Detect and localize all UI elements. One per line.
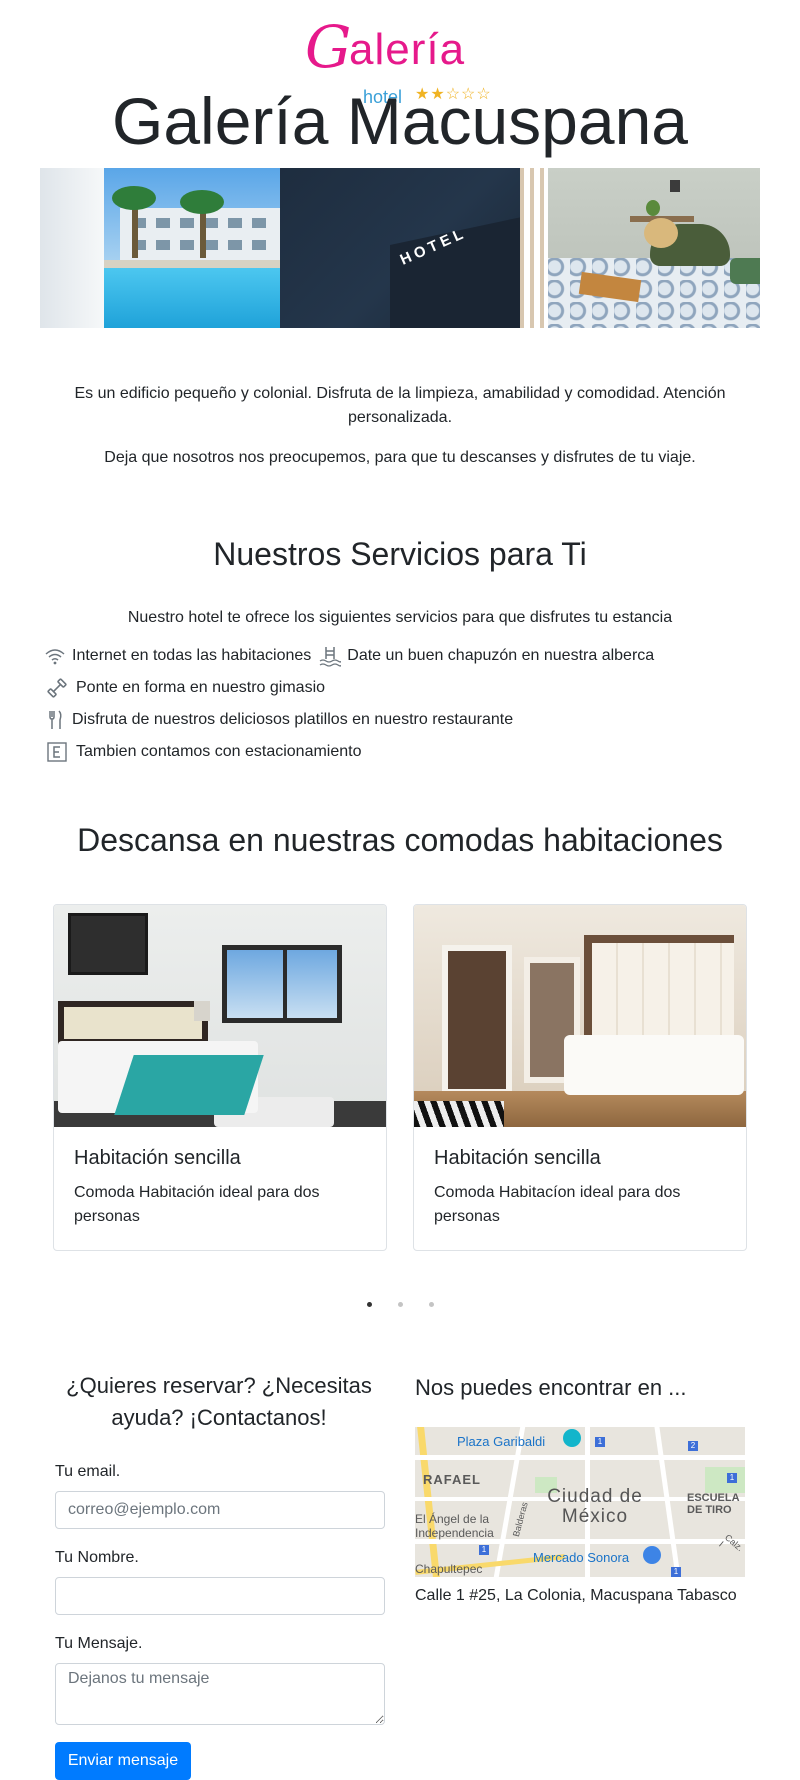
- map-label-city-line1: Ciudad de: [547, 1486, 643, 1507]
- page-title: Galería Macuspana: [112, 84, 688, 158]
- map-label-angel-line2: Independencia: [415, 1526, 494, 1540]
- address-text: Calle 1 #25, La Colonia, Macuspana Tabas…: [415, 1587, 737, 1604]
- map-label-city-line2: México: [561, 1506, 629, 1527]
- banner-bedroom-photo: [520, 168, 760, 328]
- send-message-button[interactable]: Enviar mensaje: [55, 1742, 191, 1780]
- map-label-rafael: RAFAEL: [423, 1472, 481, 1487]
- map-label-sonora: Mercado Sonora: [533, 1550, 630, 1565]
- wifi-icon: [44, 645, 66, 667]
- map-label-garibaldi: Plaza Garibaldi: [457, 1434, 546, 1449]
- contact-title: ¿Quieres reservar? ¿Necesitas ayuda? ¡Co…: [66, 1373, 372, 1430]
- fork-knife-icon: [44, 709, 66, 731]
- service-row-internet-pool: Internet en todas las habitaciones Date …: [44, 642, 654, 670]
- name-field[interactable]: [55, 1577, 385, 1615]
- map-label-escuela-line1: ESCUELA: [687, 1492, 740, 1504]
- service-row-restaurant: Disfruta de nuestros deliciosos platillo…: [44, 706, 513, 734]
- carousel-indicators: [0, 1302, 800, 1307]
- room-card[interactable]: Habitación sencilla Comoda Habitacíon id…: [413, 904, 747, 1251]
- parking-icon: [44, 741, 70, 763]
- message-label: Tu Mensaje.: [55, 1635, 143, 1652]
- room-card-text: Comoda Habitacíon ideal para dos persona…: [434, 1184, 681, 1225]
- logo-word: alería: [349, 25, 466, 74]
- service-row-parking: Tambien contamos con estacionamiento: [44, 738, 362, 766]
- service-internet: Internet en todas las habitaciones: [72, 647, 312, 664]
- message-field[interactable]: [55, 1663, 385, 1725]
- email-label: Tu email.: [55, 1463, 121, 1480]
- email-field[interactable]: [55, 1491, 385, 1529]
- hero-banner: HOTEL: [40, 168, 760, 328]
- banner-hotel-sign-photo: HOTEL: [280, 168, 520, 328]
- room-photo: [54, 905, 386, 1127]
- room-photo: [414, 905, 746, 1127]
- location-title: Nos puedes encontrar en ...: [415, 1375, 687, 1400]
- map-label-chapultepec: Chapultepec: [415, 1562, 483, 1576]
- landmark-pin-icon[interactable]: [563, 1429, 581, 1447]
- services-title: Nuestros Servicios para Ti: [213, 536, 587, 572]
- service-parking: Tambien contamos con estacionamiento: [76, 743, 362, 760]
- metro-icon: 1: [479, 1545, 489, 1555]
- service-pool: Date un buen chapuzón en nuestra alberca: [347, 647, 655, 664]
- location-map[interactable]: Plaza Garibaldi RAFAEL Ciudad de México …: [415, 1427, 745, 1577]
- map-label-escuela-line2: DE TIRO: [687, 1504, 732, 1516]
- map-label-angel-line1: El Ángel de la: [415, 1512, 490, 1526]
- shopping-pin-icon[interactable]: [643, 1546, 661, 1564]
- carousel-dot-2[interactable]: [397, 1302, 403, 1307]
- intro-section: Es un edificio pequeño y colonial. Disfr…: [60, 382, 740, 486]
- metro-icon: 2: [688, 1441, 698, 1451]
- services-subtitle: Nuestro hotel te ofrece los siguientes s…: [127, 609, 673, 626]
- rooms-title: Descansa en nuestras comodas habitacione…: [77, 822, 723, 858]
- room-card[interactable]: Habitación sencilla Comoda Habitación id…: [53, 904, 387, 1251]
- room-card-title: Habitación sencilla: [434, 1147, 601, 1169]
- service-gym: Ponte en forma en nuestro gimasio: [76, 679, 326, 696]
- pool-ladder-icon: [319, 645, 342, 667]
- carousel-dot-3[interactable]: [428, 1302, 434, 1307]
- intro-paragraph-1: Es un edificio pequeño y colonial. Disfr…: [74, 385, 726, 426]
- hotel-logo[interactable]: G alería hotel ★★☆☆☆: [305, 18, 495, 106]
- room-card-title: Habitación sencilla: [74, 1147, 241, 1169]
- intro-paragraph-2: Deja que nosotros nos preocupemos, para …: [104, 449, 696, 466]
- banner-pool-photo: [40, 168, 280, 328]
- metro-icon: 1: [727, 1473, 737, 1483]
- carousel-dot-1[interactable]: [366, 1302, 372, 1307]
- room-card-text: Comoda Habitación ideal para dos persona…: [74, 1184, 320, 1225]
- name-label: Tu Nombre.: [55, 1549, 139, 1566]
- metro-icon: 1: [671, 1567, 681, 1577]
- dumbbell-icon: [44, 677, 70, 699]
- metro-icon: 1: [595, 1437, 605, 1447]
- service-row-gym: Ponte en forma en nuestro gimasio: [44, 674, 325, 702]
- service-restaurant: Disfruta de nuestros deliciosos platillo…: [72, 711, 514, 728]
- logo-initial: G: [305, 13, 352, 81]
